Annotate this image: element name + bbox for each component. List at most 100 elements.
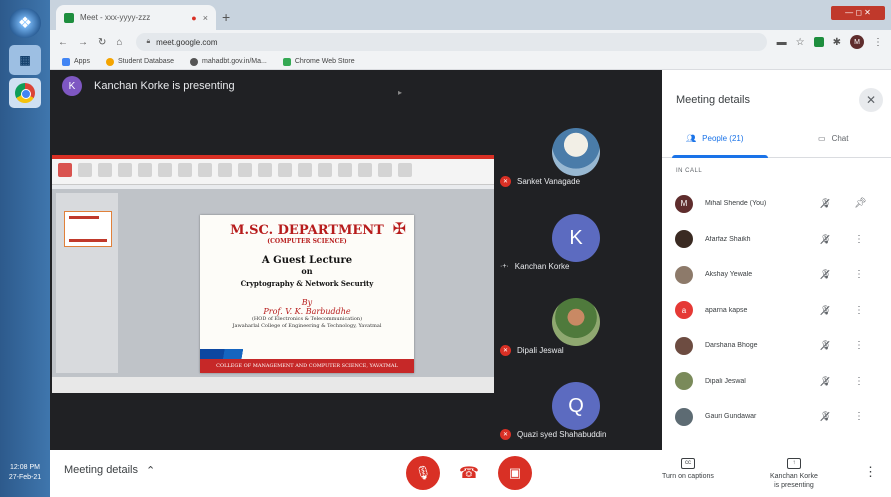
participant-name: aparna kapse (705, 306, 748, 314)
list-item[interactable]: Dipali Jeswal 🎙︎ ⋮ (662, 364, 891, 400)
active-tab-indicator (672, 155, 768, 158)
bookmark-apps[interactable]: Apps (62, 57, 90, 66)
tab-title: Meet - xxx-yyyy-zzz (80, 13, 151, 22)
meeting-details-button[interactable]: Meeting details ⌃ (64, 464, 155, 477)
captions-button[interactable]: cc Turn on captions (662, 458, 714, 481)
forward-arrow-icon[interactable]: → (78, 37, 88, 48)
participant-tile[interactable]: Q (552, 382, 600, 430)
tab-chat[interactable]: ▭ Chat (818, 134, 848, 143)
presenter-avatar: K (62, 76, 82, 96)
list-item[interactable]: M Mihal Shende (You) 🎙︎ 📌︎ (662, 186, 891, 222)
reload-icon[interactable]: ↻ (98, 37, 106, 48)
shared-screen[interactable]: ✠ M.SC. DEPARTMENT (COMPUTER SCIENCE) A … (52, 155, 494, 393)
bookmark-star-icon[interactable]: ☆ (796, 37, 805, 48)
recording-dot-icon: ● (191, 12, 197, 23)
panel-close-icon[interactable]: ✕ (859, 88, 883, 112)
meet-favicon-icon (64, 12, 74, 23)
browser-tabstrip: Meet - xxx-yyyy-zzz ● × + — ◻ ✕ (50, 0, 891, 30)
meet-control-bar: Meeting details ⌃ 🎙︎ ☎︎ ▣ cc Turn on cap… (50, 450, 891, 497)
browser-menu-icon[interactable]: ⋮ (873, 37, 883, 48)
back-arrow-icon[interactable]: ← (58, 37, 68, 48)
camera-indicator-icon[interactable]: ▬ (777, 37, 787, 48)
participant-avatar (675, 407, 693, 426)
web-store-icon (282, 57, 291, 66)
ribbon-icon (198, 163, 212, 177)
ribbon-icon (378, 163, 392, 177)
participant-avatar (552, 298, 600, 346)
tab-people[interactable]: 👥︎ People (21) (686, 134, 744, 143)
list-item[interactable]: a aparna kapse 🎙︎ ⋮ (662, 293, 891, 329)
toolbar-icons: ▬ ☆ ✱ M ⋮ (777, 35, 883, 49)
ribbon-icon (398, 163, 412, 177)
more-options-icon[interactable]: ⋮ (854, 305, 864, 316)
taskbar-app-icon[interactable]: ▦ (9, 45, 41, 75)
tab-chat-label: Chat (831, 134, 849, 143)
participant-avatar: Q (552, 382, 600, 430)
tab-people-label: People (21) (702, 134, 744, 143)
more-options-icon[interactable]: ⋮ (854, 411, 864, 422)
leave-call-button[interactable]: ☎︎ (452, 456, 486, 490)
browser-tab-meet[interactable]: Meet - xxx-yyyy-zzz ● × (56, 5, 216, 30)
list-item[interactable]: Gauri Gundawar 🎙︎ ⋮ (662, 399, 891, 435)
camera-toggle-button[interactable]: ▣ (498, 456, 532, 490)
bookmark-chrome-web-store[interactable]: Chrome Web Store (282, 57, 355, 66)
mic-off-icon: 🎙︎ (820, 340, 832, 351)
taskbar-clock[interactable]: 12:08 PM 27-Feb-21 (2, 463, 48, 483)
ribbon-icon (358, 163, 372, 177)
participant-label: ·+· Kanchan Korke (500, 262, 569, 271)
list-item[interactable]: Afarfaz Shaikh 🎙︎ ⋮ (662, 222, 891, 258)
more-options-icon[interactable]: ⋮ (854, 269, 864, 280)
address-bar[interactable]: 🔒︎ meet.google.com (136, 33, 767, 51)
clock-time: 12:08 PM (10, 464, 40, 471)
participant-tile[interactable] (552, 298, 600, 346)
slide-stripe (200, 349, 260, 359)
participant-avatar (675, 372, 693, 391)
more-options-icon[interactable]: ⋮ (864, 464, 877, 480)
participant-tile[interactable]: K (552, 214, 600, 262)
ribbon-icon (158, 163, 172, 177)
captions-label: Turn on captions (662, 473, 714, 480)
in-call-heading: IN CALL (676, 168, 703, 174)
more-options-icon[interactable]: ⋮ (854, 340, 864, 351)
participant-avatar: a (675, 301, 693, 320)
participant-name: Kanchan Korke (514, 262, 570, 271)
tab-close-icon[interactable]: × (203, 13, 208, 23)
bookmark-student-database[interactable]: Student Database (105, 57, 174, 66)
participant-name: Dipali Jeswal (705, 377, 746, 385)
windows-start-icon[interactable]: ❖ (9, 8, 41, 38)
presenter-banner: K Kanchan Korke is presenting (62, 76, 235, 96)
browser-toolbar: ← → ↻ ⌂ 🔒︎ meet.google.com ▬ ☆ ✱ M ⋮ (50, 30, 891, 54)
pin-icon[interactable]: 📌︎ (854, 198, 867, 209)
extension-puzzle-icon[interactable]: ✱ (833, 37, 841, 48)
mic-off-icon: 🎙︎ (820, 233, 832, 244)
more-options-icon[interactable]: ⋮ (854, 234, 864, 245)
participant-tile[interactable] (552, 128, 600, 176)
bookmark-favicon-icon (190, 57, 199, 66)
profile-avatar[interactable]: M (850, 35, 864, 49)
participant-avatar (675, 336, 693, 355)
slide-subtitle: (COMPUTER SCIENCE) (267, 238, 347, 245)
cursor-icon: ▸ (398, 88, 403, 97)
ribbon-icon (298, 163, 312, 177)
window-controls[interactable]: — ◻ ✕ (831, 6, 885, 20)
taskbar-chrome-button[interactable] (9, 78, 41, 108)
slide-title: M.SC. DEPARTMENT (230, 223, 384, 238)
participant-name: Sanket Vanagade (517, 177, 581, 186)
mic-toggle-button[interactable]: 🎙︎ (406, 456, 440, 490)
presenting-button[interactable]: ↑ Kanchan Korke is presenting (770, 458, 818, 490)
list-item[interactable]: Akshay Yewale 🎙︎ ⋮ (662, 257, 891, 293)
slide-topic: Cryptography & Network Security (240, 279, 374, 288)
participant-label: ✕ Dipali Jeswal (500, 345, 564, 356)
new-tab-button[interactable]: + (222, 9, 230, 25)
windows-taskbar: ❖ ▦ 12:08 PM 27-Feb-21 (0, 0, 50, 497)
extension-icon[interactable] (813, 37, 824, 47)
bookmarks-bar: Apps Student Database mahadbt.gov.in/Ma.… (50, 54, 891, 70)
home-icon[interactable]: ⌂ (116, 37, 122, 48)
participant-avatar: K (552, 214, 600, 262)
list-item[interactable]: Darshana Bhoge 🎙︎ ⋮ (662, 328, 891, 364)
ribbon-icon (58, 163, 72, 177)
more-options-icon[interactable]: ⋮ (854, 376, 864, 387)
bookmark-mahadbt[interactable]: mahadbt.gov.in/Ma... (190, 57, 267, 66)
meeting-details-panel: Meeting details ✕ 👥︎ People (21) ▭ Chat … (662, 70, 891, 450)
presenting-icon: ·+· (500, 263, 509, 270)
